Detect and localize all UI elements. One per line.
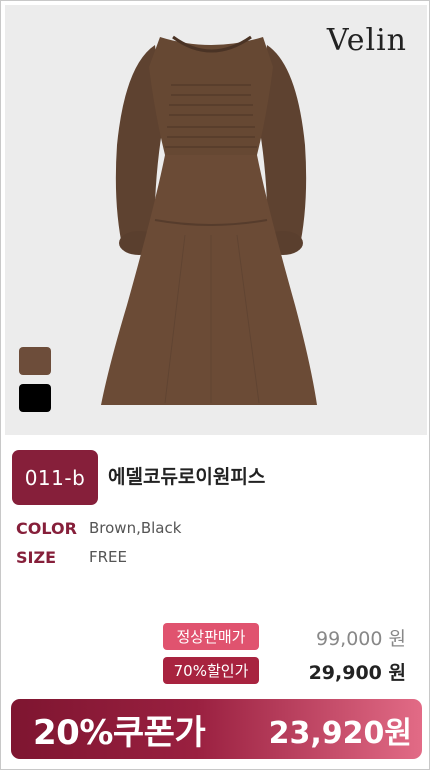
black-swatch[interactable]: [19, 384, 51, 412]
product-card: Velin 011-b 에델코듀로이원피스 COLOR Brown,Black …: [0, 0, 430, 770]
discount-price-tag: 70%할인가: [163, 657, 259, 684]
color-label: COLOR: [16, 519, 77, 538]
product-image[interactable]: Velin: [5, 5, 427, 435]
size-value: FREE: [89, 548, 128, 566]
discount-price: 29,900 원: [308, 662, 406, 684]
product-code-badge: 011-b: [12, 450, 98, 505]
color-value: Brown,Black: [89, 519, 182, 537]
brand-logo: Velin: [326, 23, 407, 58]
regular-price: 99,000 원: [315, 628, 406, 650]
brown-swatch[interactable]: [19, 347, 51, 375]
coupon-price: 23,920원: [268, 716, 412, 751]
coupon-price-bar[interactable]: 20%쿠폰가 23,920원: [11, 699, 422, 759]
coupon-label: 20%쿠폰가: [33, 713, 206, 753]
size-label: SIZE: [16, 548, 57, 567]
product-title[interactable]: 에델코듀로이원피스: [108, 462, 265, 489]
regular-price-tag: 정상판매가: [163, 623, 259, 650]
dress-illustration: [101, 35, 317, 405]
